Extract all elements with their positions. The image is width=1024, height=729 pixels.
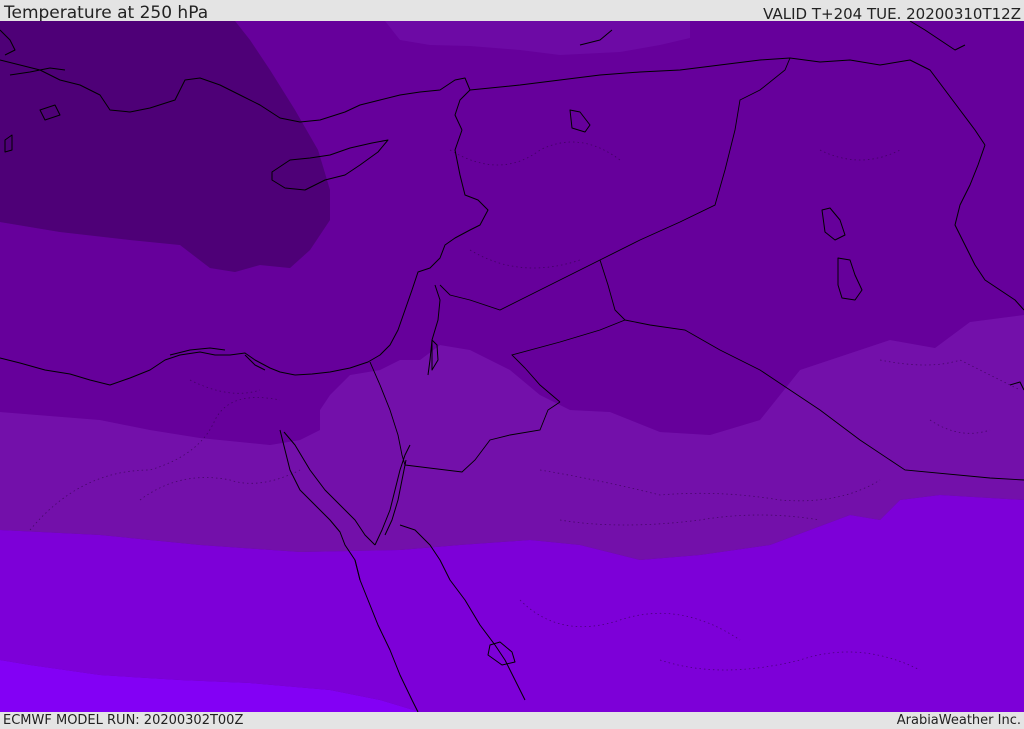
map-footer: ECMWF MODEL RUN: 20200302T00Z ArabiaWeat… bbox=[0, 712, 1024, 729]
credit-label: ArabiaWeather Inc. bbox=[896, 713, 1021, 728]
map-title: Temperature at 250 hPa bbox=[4, 3, 209, 23]
temperature-map bbox=[0, 21, 1024, 712]
map-header: Temperature at 250 hPa VALID T+204 TUE. … bbox=[0, 0, 1024, 23]
model-run-label: ECMWF MODEL RUN: 20200302T00Z bbox=[3, 713, 244, 728]
